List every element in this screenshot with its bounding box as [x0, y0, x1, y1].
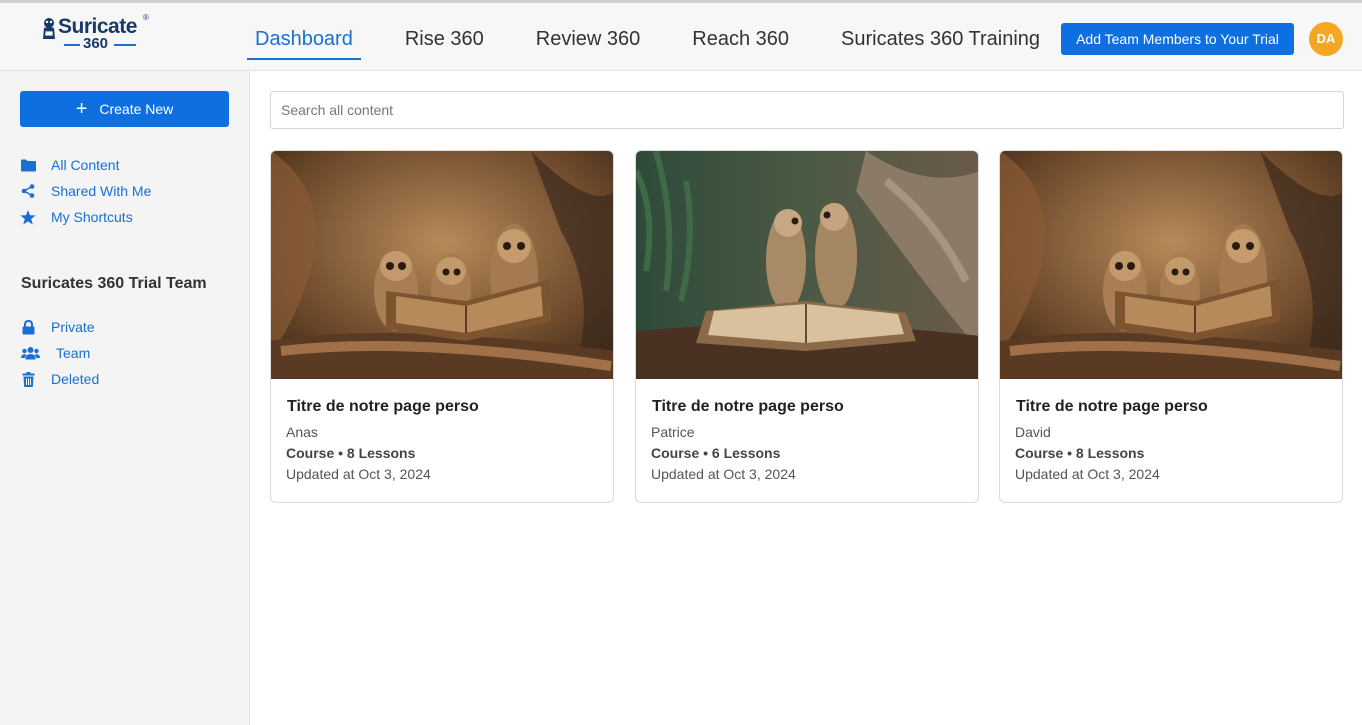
logo-divider-right	[114, 44, 136, 46]
search-input[interactable]	[270, 91, 1344, 129]
trash-icon	[20, 371, 36, 387]
sidebar-item-label: Team	[56, 345, 91, 361]
card-author: David	[1015, 424, 1051, 440]
card-author: Patrice	[651, 424, 695, 440]
content-card[interactable]: Titre de notre page perso David Course •…	[999, 150, 1343, 503]
create-new-label: Create New	[99, 101, 174, 117]
sidebar-item-label: All Content	[51, 157, 120, 173]
sidebar-item-private[interactable]: Private	[20, 317, 95, 337]
nav-reach-360[interactable]: Reach 360	[684, 6, 797, 60]
card-updated: Updated at Oct 3, 2024	[286, 466, 431, 482]
users-icon	[20, 345, 40, 361]
registered-mark: ®	[143, 13, 149, 22]
content-card[interactable]: Titre de notre page perso Anas Course • …	[270, 150, 614, 503]
card-meta: Course • 8 Lessons	[286, 445, 416, 461]
card-meta: Course • 8 Lessons	[1015, 445, 1145, 461]
user-avatar[interactable]: DA	[1309, 22, 1343, 56]
card-title: Titre de notre page perso	[287, 398, 479, 415]
sidebar-item-shared[interactable]: Shared With Me	[20, 181, 151, 201]
create-new-button[interactable]: + Create New	[20, 91, 229, 127]
sidebar-item-shortcuts[interactable]: My Shortcuts	[20, 207, 133, 227]
card-title: Titre de notre page perso	[1016, 398, 1208, 415]
sidebar-item-team[interactable]: Team	[20, 343, 90, 363]
logo-divider-left	[64, 44, 80, 46]
card-thumbnail-meerkats-reading	[1000, 151, 1342, 379]
nav-review-360[interactable]: Review 360	[528, 6, 649, 60]
folder-icon	[20, 157, 36, 173]
main-nav: Dashboard Rise 360 Review 360 Reach 360 …	[247, 6, 1084, 73]
meerkat-mascot-icon	[43, 18, 55, 39]
nav-rise-360[interactable]: Rise 360	[397, 6, 492, 60]
share-icon	[20, 183, 36, 199]
card-updated: Updated at Oct 3, 2024	[1015, 466, 1160, 482]
content-card[interactable]: Titre de notre page perso Patrice Course…	[635, 150, 979, 503]
team-section-title: Suricates 360 Trial Team	[21, 275, 207, 292]
card-thumbnail-meerkats-reading	[271, 151, 613, 379]
card-thumbnail-meerkats-on-book	[636, 151, 978, 379]
nav-training[interactable]: Suricates 360 Training	[833, 6, 1048, 60]
card-meta: Course • 6 Lessons	[651, 445, 781, 461]
nav-dashboard[interactable]: Dashboard	[247, 6, 361, 60]
logo-number: 360	[83, 35, 109, 52]
card-title: Titre de notre page perso	[652, 398, 844, 415]
sidebar: + Create New All Content Shared With Me …	[0, 71, 250, 725]
top-bar: Suricate ® 360 Dashboard Rise 360 Review…	[0, 0, 1362, 71]
sidebar-item-label: Shared With Me	[51, 183, 152, 199]
sidebar-item-deleted[interactable]: Deleted	[20, 369, 99, 389]
add-team-members-button[interactable]: Add Team Members to Your Trial	[1061, 23, 1294, 55]
sidebar-item-label: My Shortcuts	[51, 209, 133, 225]
sidebar-item-all-content[interactable]: All Content	[20, 155, 119, 175]
sidebar-item-label: Private	[51, 319, 95, 335]
lock-icon	[20, 319, 36, 335]
star-icon	[20, 209, 36, 225]
sidebar-item-label: Deleted	[51, 371, 100, 387]
card-author: Anas	[286, 424, 318, 440]
plus-icon: +	[75, 98, 88, 120]
suricate-logo[interactable]: Suricate ® 360	[40, 13, 155, 53]
card-updated: Updated at Oct 3, 2024	[651, 466, 796, 482]
